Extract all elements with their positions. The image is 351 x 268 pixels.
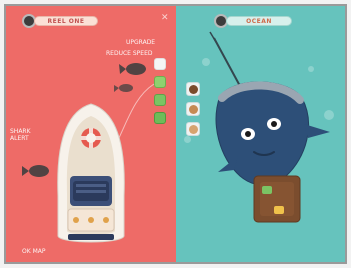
fish-silhouette-2 xyxy=(114,84,133,92)
left-scene-svg xyxy=(22,63,155,243)
fish-silhouette-3 xyxy=(22,165,49,177)
right-game-panel: OCEAN xyxy=(176,6,345,262)
big-fish[interactable] xyxy=(215,81,330,186)
left-game-panel: REEL ONE ✕ UPGRADE REDUCE SPEED SHARK AL… xyxy=(6,6,176,262)
right-scene-svg xyxy=(209,31,330,223)
fishing-boat[interactable] xyxy=(57,103,125,243)
wooden-crate[interactable] xyxy=(253,175,301,223)
harpoon-icon xyxy=(213,37,241,87)
fish-silhouette-1 xyxy=(119,63,146,75)
game-screenshot-frame: REEL ONE ✕ UPGRADE REDUCE SPEED SHARK AL… xyxy=(4,4,347,264)
